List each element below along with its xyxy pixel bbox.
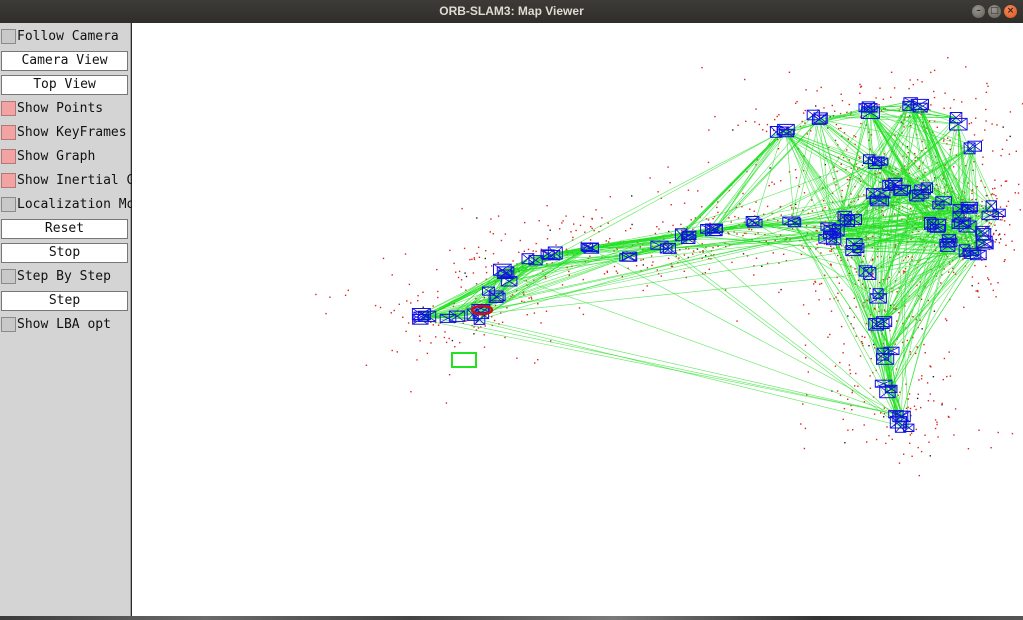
current-camera-frame [451, 352, 477, 368]
checkbox-box[interactable] [1, 269, 16, 284]
checkbox-label: Show Graph [17, 149, 96, 164]
desktop-background-strip [0, 616, 1023, 620]
checkbox-box[interactable] [1, 101, 16, 116]
map-rendering[interactable] [132, 23, 1023, 616]
show-keyframes-checkbox[interactable]: Show KeyFrames [0, 122, 131, 144]
map-viewer-canvas[interactable] [132, 23, 1023, 616]
checkbox-label: Show Points [17, 101, 104, 116]
maximize-icon[interactable]: □ [988, 5, 1001, 18]
show-graph-checkbox[interactable]: Show Graph [0, 146, 131, 168]
step-button-row: Step [0, 290, 131, 312]
window-titlebar: ORB-SLAM3: Map Viewer – □ × [0, 0, 1023, 23]
localization-mode-checkbox[interactable]: Localization Mode [0, 194, 150, 216]
checkbox-box[interactable] [1, 149, 16, 164]
close-icon[interactable]: × [1004, 5, 1017, 18]
checkbox-label: Localization Mode [17, 197, 151, 212]
checkbox-label: Show LBA opt [17, 317, 111, 332]
window-title: ORB-SLAM3: Map Viewer [439, 4, 584, 18]
step-button[interactable]: Step [1, 291, 128, 311]
checkbox-box[interactable] [1, 173, 16, 188]
reset-button-row: Reset [0, 218, 131, 240]
show-lba-opt-checkbox[interactable]: Show LBA opt [0, 314, 131, 336]
checkbox-box[interactable] [1, 317, 16, 332]
checkbox-box[interactable] [1, 125, 16, 140]
camera-view-button[interactable]: Camera View [1, 51, 128, 71]
window-controls: – □ × [972, 5, 1017, 18]
checkbox-label: Step By Step [17, 269, 111, 284]
stop-button[interactable]: Stop [1, 243, 128, 263]
control-panel: Follow Camera Camera View Top View Show … [0, 23, 166, 616]
checkbox-box[interactable] [1, 197, 16, 212]
step-by-step-checkbox[interactable]: Step By Step [0, 266, 131, 288]
show-points-checkbox[interactable]: Show Points [0, 98, 131, 120]
follow-camera-checkbox[interactable]: Follow Camera [0, 26, 131, 48]
stop-button-row: Stop [0, 242, 131, 264]
checkbox-box[interactable] [1, 29, 16, 44]
checkbox-label: Show KeyFrames [17, 125, 127, 140]
checkbox-label: Follow Camera [17, 29, 119, 44]
top-view-button[interactable]: Top View [1, 75, 128, 95]
top-view-button-row: Top View [0, 74, 131, 96]
map-layer [315, 57, 1023, 477]
reset-button[interactable]: Reset [1, 219, 128, 239]
camera-view-button-row: Camera View [0, 50, 131, 72]
minimize-icon[interactable]: – [972, 5, 985, 18]
show-inertial-graph-checkbox[interactable]: Show Inertial Graph [0, 170, 166, 192]
